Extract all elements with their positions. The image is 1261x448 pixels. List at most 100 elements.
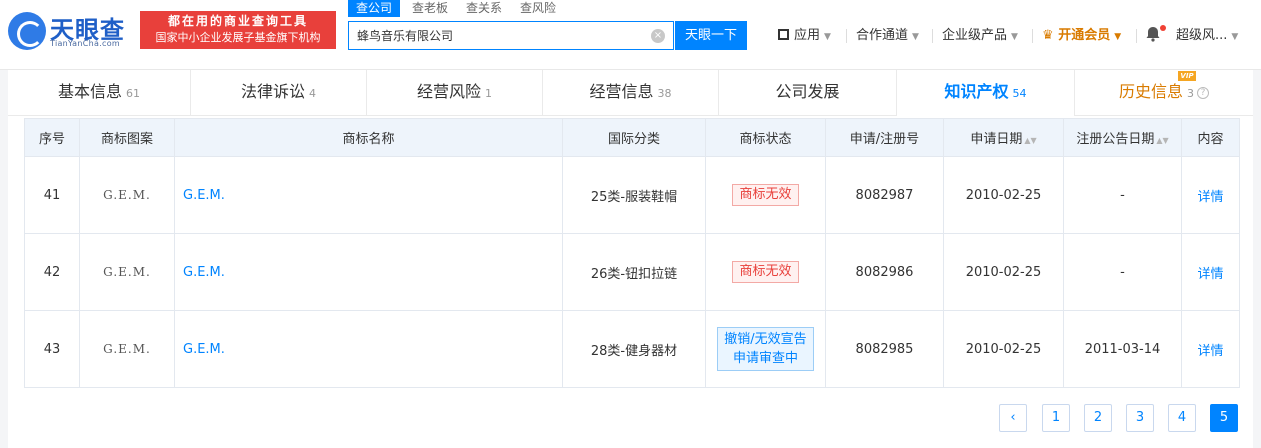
table-row: 42 G.E.M. G.E.M. 26类-钮扣拉链 商标无效 8082986 2…	[24, 233, 1240, 311]
tab-label: 公司发展	[775, 82, 840, 101]
cell-announce-date: -	[1063, 156, 1182, 234]
tab-count: 4	[309, 87, 316, 100]
caret-down-icon: ▼	[1114, 32, 1122, 42]
tab-count: 3	[1187, 87, 1194, 100]
caret-down-icon: ▼	[1011, 32, 1018, 42]
col-header-announce-date[interactable]: 注册公告日期 ▲▼	[1063, 118, 1182, 157]
logo[interactable]: 天眼查 TianYanCha.com	[8, 10, 136, 54]
promo-banner[interactable]: 都在用的商业查询工具 国家中小企业发展子基金旗下机构	[140, 11, 336, 49]
promo-line-2: 国家中小企业发展子基金旗下机构	[155, 31, 321, 44]
detail-link[interactable]: 详情	[1181, 233, 1240, 311]
trademark-image-text: G.E.M.	[103, 187, 151, 202]
section-tabs: 基本信息 61 法律诉讼 4 经营风险 1 经营信息 38 公司发展 知识产权 54 历史…	[8, 70, 1253, 117]
page-button-2[interactable]: 2	[1084, 404, 1112, 432]
col-header-detail: 内容	[1181, 118, 1240, 157]
top-bar: 天眼查 TianYanCha.com 都在用的商业查询工具 国家中小企业发展子基…	[0, 0, 1261, 70]
cell-apply-date: 2010-02-25	[943, 310, 1064, 388]
status-badge: 商标无效	[732, 184, 799, 206]
cell-announce-date: -	[1063, 233, 1182, 311]
nav-user[interactable]: 超级风... ▼	[1176, 26, 1238, 46]
tab-business-risk[interactable]: 经营风险 1	[367, 70, 543, 116]
caret-down-icon: ▼	[912, 32, 919, 42]
nav-apps-label: 应用	[794, 28, 821, 43]
tab-business-info[interactable]: 经营信息 38	[543, 70, 719, 116]
notification-dot	[1160, 25, 1166, 31]
page-button-5[interactable]: 5	[1210, 404, 1238, 432]
search-tab-company[interactable]: 查公司	[348, 0, 401, 17]
cell-no: 42	[24, 233, 80, 311]
nav-vip-label: 开通会员	[1058, 28, 1111, 43]
tab-label: 法律诉讼	[240, 82, 305, 101]
search-input[interactable]	[349, 22, 639, 49]
tab-label: 知识产权	[944, 82, 1009, 101]
logo-subtitle: TianYanCha.com	[50, 39, 120, 48]
sort-icon[interactable]: ▲▼	[1024, 136, 1036, 145]
tab-count: 61	[126, 87, 140, 100]
status-badge: 商标无效	[732, 261, 799, 283]
tab-label: 经营信息	[589, 82, 654, 101]
tab-basic-info[interactable]: 基本信息 61	[8, 70, 191, 116]
trademark-image[interactable]: G.E.M.	[79, 156, 175, 234]
search-tab-risk[interactable]: 查风险	[512, 0, 564, 17]
trademark-name-link[interactable]: G.E.M.	[174, 233, 563, 311]
search-tab-relation[interactable]: 查关系	[458, 0, 510, 17]
promo-line-1: 都在用的商业查询工具	[167, 14, 308, 28]
cell-apply-date: 2010-02-25	[943, 233, 1064, 311]
col-header-status: 商标状态	[705, 118, 826, 157]
trademark-image[interactable]: G.E.M.	[79, 310, 175, 388]
col-header-reg-no: 申请/注册号	[825, 118, 944, 157]
clear-icon[interactable]: ×	[651, 29, 665, 43]
tab-history[interactable]: 历史信息 3?	[1075, 70, 1253, 116]
nav-divider	[1136, 29, 1137, 43]
logo-icon	[8, 12, 46, 50]
status-line-2: 申请审查中	[732, 351, 798, 366]
trademark-name-link[interactable]: G.E.M.	[174, 156, 563, 234]
nav-apps[interactable]: 应用 ▼	[778, 26, 831, 46]
tab-count: 54	[1012, 87, 1027, 100]
nav-partner[interactable]: 合作通道 ▼	[856, 26, 919, 46]
cell-status: 撤销/无效宣告 申请审查中	[705, 310, 826, 388]
nav-divider	[846, 29, 847, 43]
trademark-image[interactable]: G.E.M.	[79, 233, 175, 311]
cell-no: 41	[24, 156, 80, 234]
search-button[interactable]: 天眼一下	[675, 21, 747, 50]
cell-reg-no: 8082986	[825, 233, 944, 311]
tab-label: 历史信息	[1118, 82, 1183, 101]
search-tab-boss[interactable]: 查老板	[404, 0, 456, 17]
prev-page-button[interactable]: ‹	[999, 404, 1027, 432]
status-badge: 撤销/无效宣告 申请审查中	[717, 327, 814, 371]
cell-no: 43	[24, 310, 80, 388]
tab-ip[interactable]: 知识产权 54	[897, 70, 1075, 117]
nav-enterprise[interactable]: 企业级产品 ▼	[942, 26, 1018, 46]
tab-label: 经营风险	[416, 82, 481, 101]
cell-class: 26类-钮扣拉链	[562, 233, 706, 311]
help-icon[interactable]: ?	[1197, 86, 1209, 99]
tab-development[interactable]: 公司发展	[719, 70, 897, 116]
page-button-3[interactable]: 3	[1126, 404, 1154, 432]
cell-announce-date: 2011-03-14	[1063, 310, 1182, 388]
col-header-image: 商标图案	[79, 118, 175, 157]
bell-icon[interactable]	[1146, 26, 1160, 46]
cell-status: 商标无效	[705, 233, 826, 311]
tab-label: 基本信息	[57, 82, 122, 101]
table-header-row: 序号 商标图案 商标名称 国际分类 商标状态 申请/注册号 申请日期 ▲▼ 注册公…	[24, 118, 1240, 157]
crown-icon: ♛	[1042, 28, 1054, 43]
detail-link[interactable]: 详情	[1181, 310, 1240, 388]
page-button-1[interactable]: 1	[1042, 404, 1070, 432]
detail-link[interactable]: 详情	[1181, 156, 1240, 234]
vip-badge: VIP	[1178, 71, 1196, 81]
tab-count: 1	[485, 87, 492, 100]
trademark-name-link[interactable]: G.E.M.	[174, 310, 563, 388]
cell-reg-no: 8082985	[825, 310, 944, 388]
sort-icon[interactable]: ▲▼	[1156, 136, 1168, 145]
col-header-apply-date[interactable]: 申请日期 ▲▼	[943, 118, 1064, 157]
nav-partner-label: 合作通道	[856, 28, 909, 43]
col-header-name: 商标名称	[174, 118, 563, 157]
page-button-4[interactable]: 4	[1168, 404, 1196, 432]
nav-divider	[1032, 29, 1033, 43]
cell-apply-date: 2010-02-25	[943, 156, 1064, 234]
status-line-1: 撤销/无效宣告	[724, 332, 807, 347]
tab-legal[interactable]: 法律诉讼 4	[191, 70, 367, 116]
caret-down-icon: ▼	[1231, 32, 1239, 42]
nav-vip[interactable]: ♛ 开通会员 ▼	[1042, 26, 1121, 46]
